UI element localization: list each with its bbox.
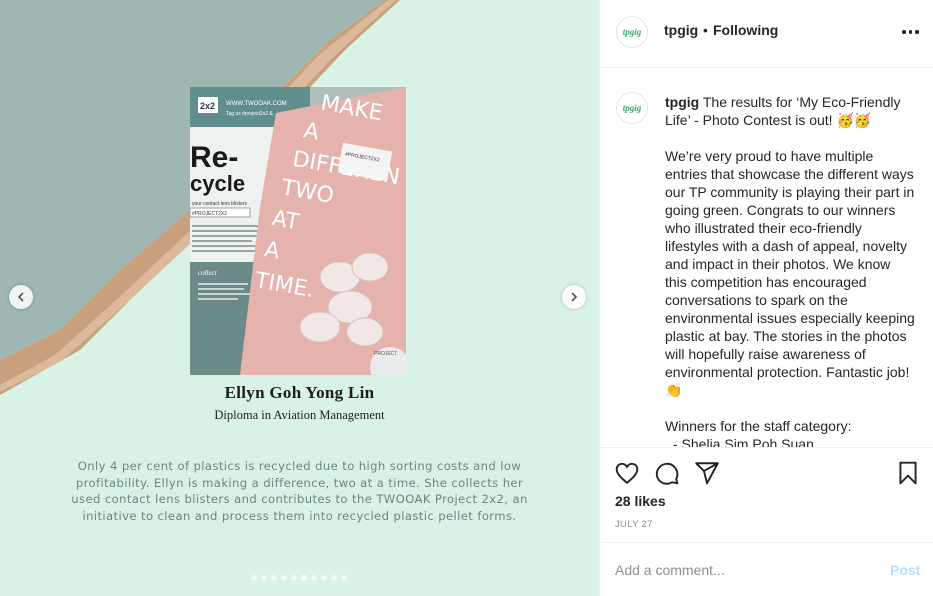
media-caption: Only 4 per cent of plastics is recycled … <box>40 458 559 524</box>
post-caption: tpgig The results for ‘My Eco-Friendly L… <box>665 93 915 447</box>
carousel-dot <box>281 575 287 581</box>
winner-item: - Shelia Sim Poh Suan <box>673 436 814 447</box>
likes-count[interactable]: 28 likes <box>615 493 666 509</box>
carousel-dot <box>321 575 327 581</box>
carousel-dot <box>261 575 267 581</box>
tag-text: Tag us #project2x2 & <box>226 111 273 117</box>
project-text: PROJECT <box>374 351 397 357</box>
caption-line: used contact lens blisters and contribut… <box>71 492 528 506</box>
post-media-carousel: 2x2 WWW.TWOOAK.COM Tag us #project2x2 & … <box>0 0 599 596</box>
url-text: WWW.TWOOAK.COM <box>226 101 287 107</box>
winners-label: Winners for the staff category: <box>665 418 852 434</box>
share-icon[interactable] <box>694 460 720 486</box>
chevron-left-icon <box>17 292 24 302</box>
caption-line: profitability. Ellyn is making a differe… <box>75 475 524 490</box>
heart-icon[interactable] <box>614 460 640 486</box>
avatar[interactable]: tpgig <box>616 92 648 124</box>
carousel-dot <box>251 575 257 581</box>
caption-first-line: The results for ‘My Eco-Friendly Life’ -… <box>665 94 901 128</box>
contest-photo: 2x2 WWW.TWOOAK.COM Tag us #project2x2 & … <box>190 87 406 375</box>
carousel-dot <box>291 575 297 581</box>
post-sidebar: tpgig tpgig • Following tpgig tpgig The … <box>599 0 933 596</box>
separator: • <box>703 22 708 38</box>
action-bar: 28 likes JULY 27 <box>600 447 933 542</box>
carousel-dots <box>251 575 347 581</box>
badge-text: 2x2 <box>200 101 215 111</box>
more-options-icon[interactable] <box>902 30 919 34</box>
carousel-next-button[interactable] <box>562 285 586 309</box>
comment-icon[interactable] <box>654 460 680 486</box>
winner-diploma: Diploma in Aviation Management <box>214 408 385 422</box>
caption-line: Only 4 per cent of plastics is recycled … <box>77 459 522 473</box>
carousel-dot <box>271 575 277 581</box>
re-text: Re- <box>190 141 238 174</box>
pink-line-5: AT <box>270 206 301 235</box>
caption-line: initiative to clean and process them int… <box>82 508 517 523</box>
post-comment-button[interactable]: Post <box>890 562 920 578</box>
carousel-dot <box>301 575 307 581</box>
caption-username[interactable]: tpgig <box>665 94 699 110</box>
winner-name: Ellyn Goh Yong Lin <box>224 383 375 402</box>
carousel-dot <box>331 575 337 581</box>
carousel-dot <box>341 575 347 581</box>
hashtag-text: #PROJECT2X2 <box>192 211 227 217</box>
username-link[interactable]: tpgig <box>664 22 698 38</box>
blurb-text: your contact lens blisters <box>192 201 248 207</box>
carousel-prev-button[interactable] <box>9 285 33 309</box>
following-button[interactable]: Following <box>713 22 778 38</box>
post-date[interactable]: JULY 27 <box>615 519 653 530</box>
caption-scroll-area[interactable]: tpgig tpgig The results for ‘My Eco-Frie… <box>600 69 933 447</box>
chevron-right-icon <box>571 292 578 302</box>
avatar[interactable]: tpgig <box>616 16 648 48</box>
comment-box: Add a comment... Post <box>600 542 933 596</box>
collect-text: collect <box>198 269 218 277</box>
comment-input[interactable]: Add a comment... <box>615 562 725 578</box>
carousel-dot <box>311 575 317 581</box>
caption-paragraph: We’re very proud to have multiple entrie… <box>665 148 915 398</box>
post-header: tpgig tpgig • Following <box>600 0 933 68</box>
cycle-text: cycle <box>190 171 245 196</box>
bookmark-icon[interactable] <box>895 460 921 486</box>
